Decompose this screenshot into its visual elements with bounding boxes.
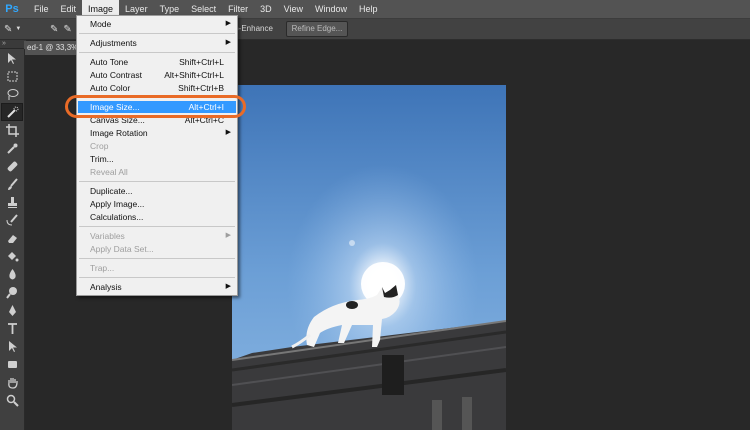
menu-view[interactable]: View: [278, 0, 309, 18]
menu-item-auto-tone[interactable]: Auto Tone Shift+Ctrl+L: [78, 56, 236, 68]
marquee-tool-icon[interactable]: [1, 67, 23, 85]
move-tool-icon[interactable]: [1, 49, 23, 67]
menu-window[interactable]: Window: [309, 0, 353, 18]
menu-help[interactable]: Help: [353, 0, 384, 18]
menu-item-analysis[interactable]: Analysis ▶: [78, 281, 236, 293]
menu-divider: [79, 258, 235, 259]
chevron-down-icon: ▼: [15, 26, 22, 32]
menu-item-reveal-all: Reveal All: [90, 167, 128, 177]
menu-item-apply-data-set: Apply Data Set...: [90, 244, 154, 254]
menu-divider: [79, 277, 235, 278]
menu-item-crop: Crop: [90, 141, 109, 151]
tools-panel: [0, 49, 25, 430]
menu-item-trim[interactable]: Trim...: [78, 153, 236, 165]
submenu-arrow-icon: ▶: [225, 20, 231, 27]
menu-3d[interactable]: 3D: [254, 0, 278, 18]
menu-item-calculations[interactable]: Calculations...: [78, 211, 236, 223]
healing-brush-tool-icon[interactable]: [1, 157, 23, 175]
document-tab[interactable]: ed-1 @ 33,3%: [24, 41, 83, 55]
menu-item-trap: Trap...: [90, 263, 115, 273]
submenu-arrow-icon: ▶: [225, 283, 231, 290]
menu-item-adjustments[interactable]: Adjustments ▶: [78, 37, 236, 49]
menu-item-variables: Variables ▶: [78, 230, 236, 242]
menu-item-apply-image[interactable]: Apply Image...: [78, 198, 236, 210]
menu-item-image-rotation[interactable]: Image Rotation ▶: [78, 127, 236, 139]
rectangle-tool-icon[interactable]: [1, 355, 23, 373]
cat-on-roof-photo: [232, 85, 506, 430]
submenu-arrow-icon: ▶: [225, 129, 231, 136]
canvas-photo[interactable]: [232, 85, 506, 430]
menu-item-auto-contrast[interactable]: Auto Contrast Alt+Shift+Ctrl+L: [78, 69, 236, 81]
submenu-arrow-icon: ▶: [225, 232, 231, 239]
menu-item-auto-color[interactable]: Auto Color Shift+Ctrl+B: [78, 82, 236, 94]
lasso-tool-icon[interactable]: [1, 85, 23, 103]
menu-file[interactable]: File: [28, 0, 55, 18]
submenu-arrow-icon: ▶: [225, 39, 231, 46]
blur-tool-icon[interactable]: [1, 265, 23, 283]
menu-divider: [79, 33, 235, 34]
type-tool-icon[interactable]: [1, 319, 23, 337]
selection-mode-buttons[interactable]: ✎ ✎: [50, 22, 76, 36]
brush-add-icon: ✎: [63, 23, 72, 35]
image-size-highlight-ring: [65, 95, 246, 118]
dodge-tool-icon[interactable]: [1, 283, 23, 301]
hand-tool-icon[interactable]: [1, 373, 23, 391]
zoom-tool-icon[interactable]: [1, 391, 23, 409]
menu-divider: [79, 226, 235, 227]
refine-edge-button[interactable]: Refine Edge...: [286, 21, 348, 37]
toolbar-collapse-handle[interactable]: »: [0, 40, 26, 48]
menu-item-mode[interactable]: Mode ▶: [78, 18, 236, 30]
brush-tool-icon[interactable]: [1, 175, 23, 193]
quick-selection-tool-icon[interactable]: [1, 103, 23, 121]
image-menu-dropdown: Mode ▶ Adjustments ▶ Auto Tone Shift+Ctr…: [76, 15, 238, 296]
path-selection-tool-icon[interactable]: [1, 337, 23, 355]
brush-icon: ✎: [4, 23, 13, 35]
brush-icon: ✎: [50, 23, 59, 35]
pen-tool-icon[interactable]: [1, 301, 23, 319]
crop-tool-icon[interactable]: [1, 121, 23, 139]
eraser-tool-icon[interactable]: [1, 229, 23, 247]
tool-preset-picker[interactable]: ✎ ▼: [4, 22, 34, 36]
eyedropper-tool-icon[interactable]: [1, 139, 23, 157]
history-brush-tool-icon[interactable]: [1, 211, 23, 229]
menu-divider: [79, 52, 235, 53]
menu-item-duplicate[interactable]: Duplicate...: [78, 185, 236, 197]
auto-enhance-label[interactable]: to-Enhance: [232, 23, 273, 35]
photoshop-logo: Ps: [5, 3, 19, 15]
paint-bucket-tool-icon[interactable]: [1, 247, 23, 265]
clone-stamp-tool-icon[interactable]: [1, 193, 23, 211]
menu-divider: [79, 181, 235, 182]
